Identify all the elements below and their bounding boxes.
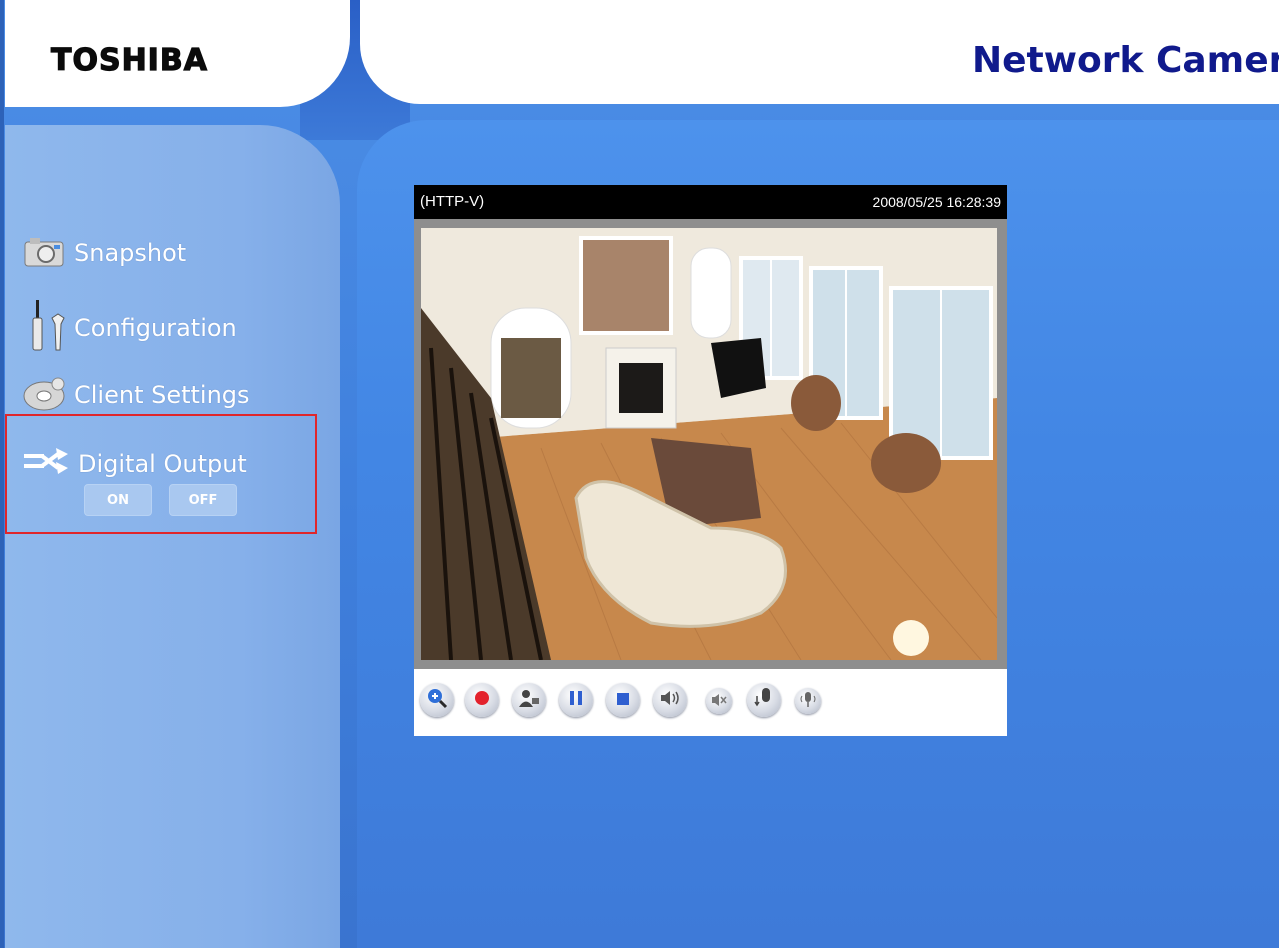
talk-button[interactable] xyxy=(747,683,781,717)
living-room-image xyxy=(421,228,997,660)
left-border xyxy=(0,0,4,948)
talk-icon xyxy=(753,686,775,714)
sidebar-item-snapshot[interactable]: Snapshot xyxy=(22,232,186,274)
speaker-icon xyxy=(659,690,681,710)
page-title: Network Camera xyxy=(972,40,1279,81)
sidebar-item-label: Snapshot xyxy=(74,239,187,267)
sidebar-item-client-settings[interactable]: Client Settings xyxy=(22,372,250,418)
snapshot-person-icon xyxy=(518,688,540,712)
camera-icon xyxy=(22,232,68,274)
tools-icon xyxy=(28,296,68,360)
record-icon xyxy=(474,690,490,710)
stream-mode: (HTTP-V) xyxy=(420,193,485,210)
record-button[interactable] xyxy=(465,683,499,717)
mute-button[interactable] xyxy=(706,688,732,714)
sidebar-item-label: Configuration xyxy=(74,314,237,342)
microphone-button[interactable] xyxy=(795,688,821,714)
pause-button[interactable] xyxy=(559,683,593,717)
stop-button[interactable] xyxy=(606,683,640,717)
video-frame xyxy=(414,219,1007,669)
microphone-icon xyxy=(799,690,817,712)
stop-icon xyxy=(616,691,630,710)
live-video-image[interactable] xyxy=(421,228,997,660)
speaker-button[interactable] xyxy=(653,683,687,717)
digital-output-on-button[interactable]: ON xyxy=(84,484,152,516)
pause-icon xyxy=(568,690,584,710)
logo-panel: TOSHIBA xyxy=(5,0,350,107)
title-panel: Network Camera xyxy=(360,0,1279,104)
sidebar-item-label: Client Settings xyxy=(74,381,250,409)
snapshot-button[interactable] xyxy=(512,683,546,717)
disc-icon xyxy=(22,372,68,418)
video-viewer: (HTTP-V) 2008/05/25 16:28:39 xyxy=(414,185,1007,736)
zoom-in-icon xyxy=(426,687,448,713)
camera-page: TOSHIBA Network Camera Snapshot Configur… xyxy=(0,0,1279,948)
video-timestamp: 2008/05/25 16:28:39 xyxy=(872,194,1001,210)
zoom-button[interactable] xyxy=(420,683,454,717)
digital-output-highlight xyxy=(5,414,317,534)
digital-output-off-button[interactable]: OFF xyxy=(169,484,237,516)
sidebar-item-configuration[interactable]: Configuration xyxy=(28,296,237,360)
toshiba-logo: TOSHIBA xyxy=(50,42,208,78)
video-control-bar xyxy=(414,669,1007,736)
mute-icon xyxy=(711,692,727,711)
video-status-bar: (HTTP-V) 2008/05/25 16:28:39 xyxy=(414,185,1007,219)
